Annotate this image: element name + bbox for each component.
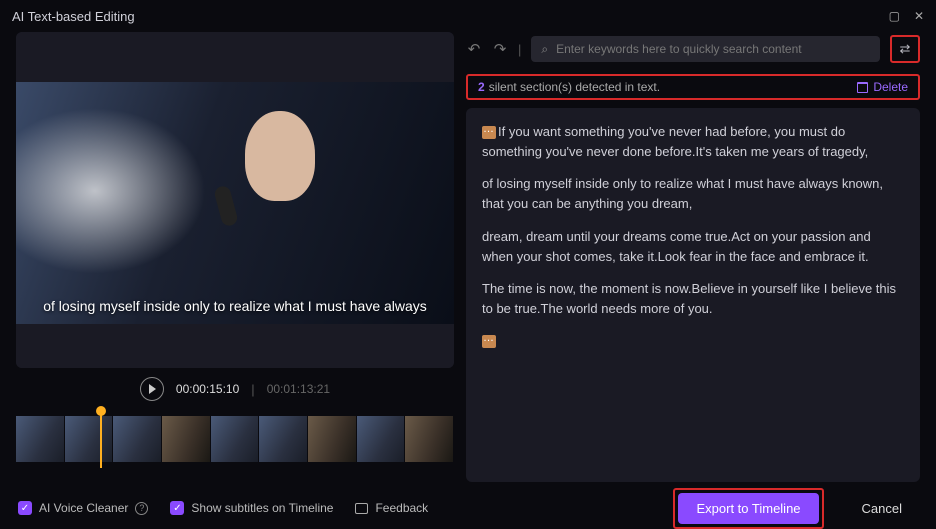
feedback-icon xyxy=(355,503,368,514)
maximize-icon[interactable]: ▢ xyxy=(889,9,900,23)
silent-marker-icon[interactable] xyxy=(482,126,496,139)
trash-icon xyxy=(857,82,868,93)
window-controls: ▢ ✕ xyxy=(889,9,924,23)
transcript-body[interactable]: If you want something you've never had b… xyxy=(466,108,920,482)
close-icon[interactable]: ✕ xyxy=(914,9,924,23)
undo-button[interactable]: ↶ xyxy=(466,40,482,58)
transcript-panel: ↶ ↷ | ⌕ ⇄ 2 silent section(s) detected i… xyxy=(466,32,920,482)
help-icon[interactable]: ? xyxy=(135,502,148,515)
playback-controls: 00:00:15:10 | 00:01:13:21 xyxy=(16,368,454,410)
subtitle-overlay: of losing myself inside only to realize … xyxy=(33,292,437,320)
search-field[interactable]: ⌕ xyxy=(531,36,880,62)
footer-bar: AI Voice Cleaner ? Show subtitles on Tim… xyxy=(0,482,936,524)
translate-button[interactable]: ⇄ xyxy=(890,35,920,63)
search-input[interactable] xyxy=(556,42,870,56)
thumbnail-strip[interactable] xyxy=(16,416,454,462)
search-icon: ⌕ xyxy=(541,42,548,57)
current-time: 00:00:15:10 xyxy=(176,382,239,396)
transcript-segment[interactable]: dream, dream until your dreams come true… xyxy=(482,227,904,267)
silent-count: 2 xyxy=(478,80,485,94)
video-preview[interactable]: of losing myself inside only to realize … xyxy=(16,32,454,368)
show-subtitles-label: Show subtitles on Timeline xyxy=(191,501,333,515)
playhead[interactable] xyxy=(100,410,102,468)
silent-sections-bar: 2 silent section(s) detected in text. De… xyxy=(466,74,920,100)
voice-cleaner-label: AI Voice Cleaner xyxy=(39,501,128,515)
video-panel: of losing myself inside only to realize … xyxy=(16,32,454,482)
show-subtitles-checkbox[interactable] xyxy=(170,501,184,515)
export-button[interactable]: Export to Timeline xyxy=(678,493,818,524)
voice-cleaner-checkbox[interactable] xyxy=(18,501,32,515)
cancel-button[interactable]: Cancel xyxy=(846,493,918,524)
play-button[interactable] xyxy=(140,377,164,401)
transcript-segment[interactable]: of losing myself inside only to realize … xyxy=(482,174,904,214)
feedback-button[interactable]: Feedback xyxy=(355,501,428,515)
transcript-segment[interactable]: The time is now, the moment is now.Belie… xyxy=(482,279,904,319)
titlebar: AI Text-based Editing ▢ ✕ xyxy=(0,0,936,32)
delete-silent-button[interactable]: Delete xyxy=(857,80,908,94)
translate-icon: ⇄ xyxy=(900,41,911,57)
silent-text: silent section(s) detected in text. xyxy=(489,80,660,94)
silent-marker-icon[interactable] xyxy=(482,335,496,348)
window-title: AI Text-based Editing xyxy=(12,9,135,24)
transcript-segment[interactable]: If you want something you've never had b… xyxy=(482,124,868,159)
total-duration: 00:01:13:21 xyxy=(267,382,330,396)
redo-button[interactable]: ↷ xyxy=(492,40,508,58)
